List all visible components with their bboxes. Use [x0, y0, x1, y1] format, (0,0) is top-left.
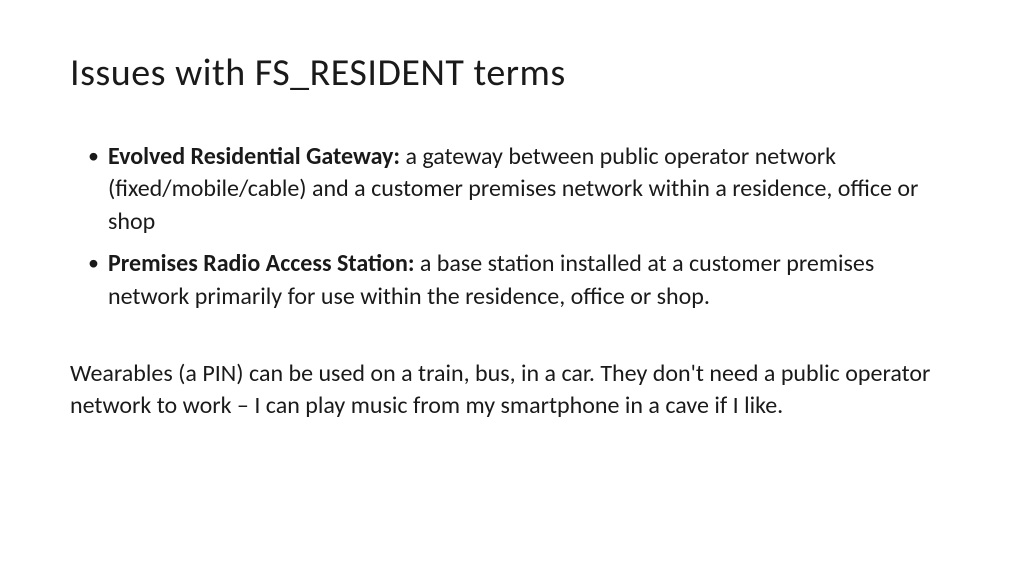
- slide-title: Issues with FS_RESIDENT terms: [70, 50, 954, 96]
- term-label: Evolved Residential Gateway:: [108, 142, 400, 171]
- body-paragraph: Wearables (a PIN) can be used on a train…: [70, 358, 954, 423]
- bullet-list: Evolved Residential Gateway: a gateway b…: [88, 141, 954, 313]
- list-item: Premises Radio Access Station: a base st…: [88, 248, 954, 313]
- list-item: Evolved Residential Gateway: a gateway b…: [88, 141, 954, 238]
- term-label: Premises Radio Access Station:: [108, 249, 414, 278]
